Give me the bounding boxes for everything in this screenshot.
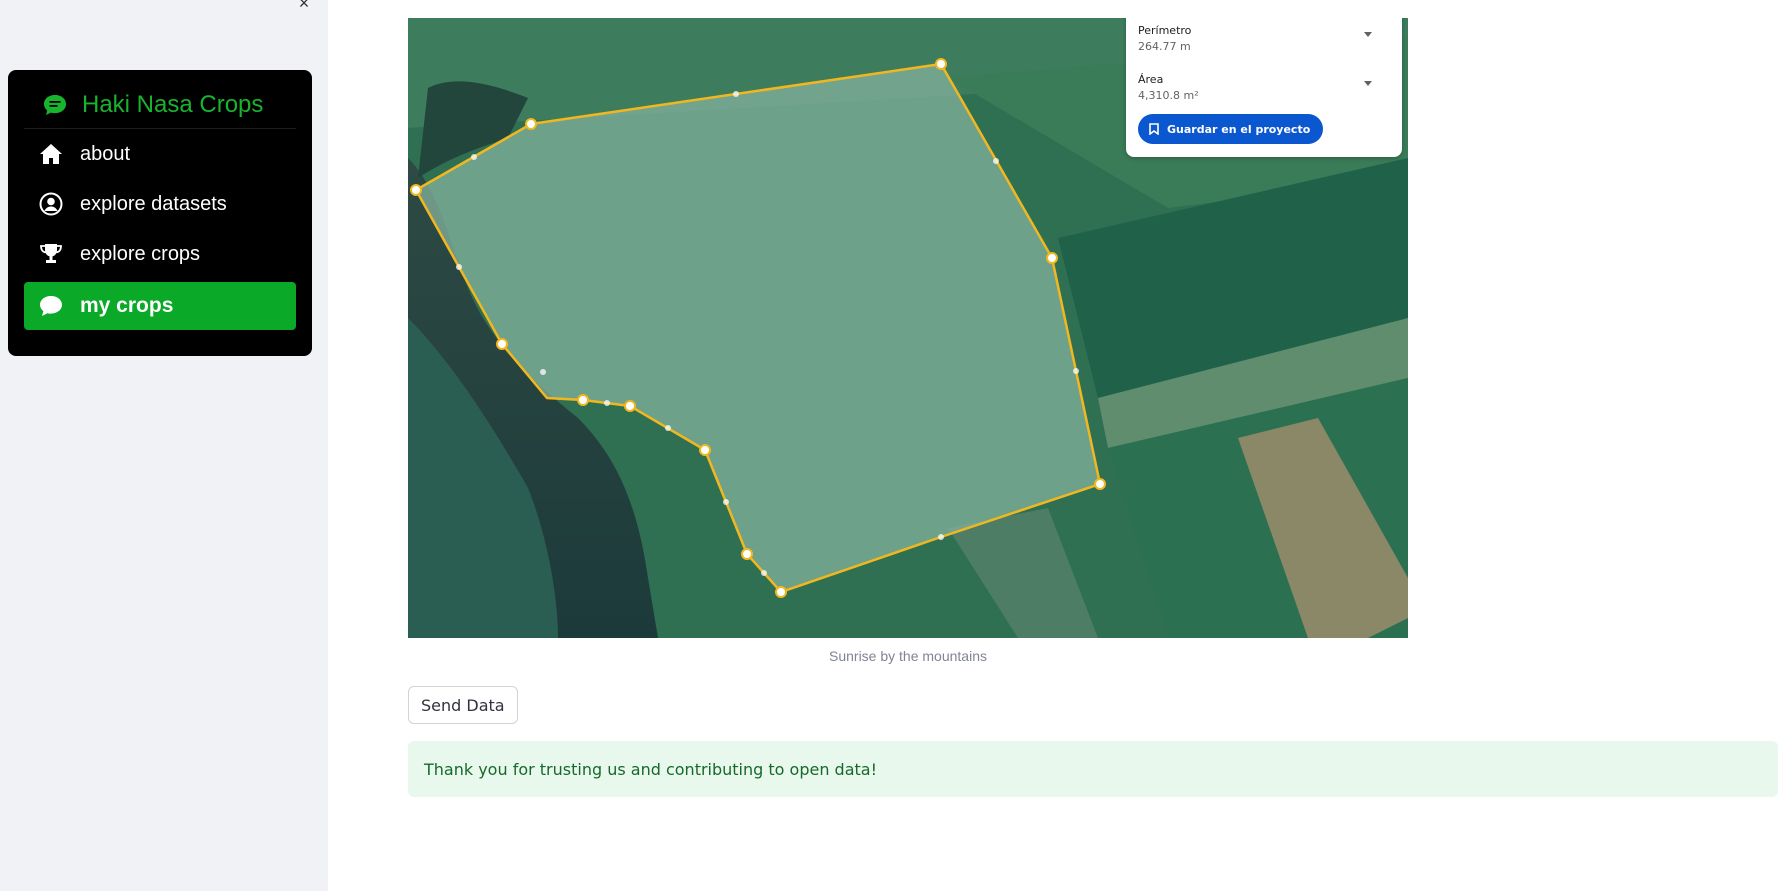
perimeter-value: 264.77 m bbox=[1138, 40, 1191, 53]
save-button-label: Guardar en el proyecto bbox=[1167, 122, 1311, 136]
save-to-project-button[interactable]: Guardar en el proyecto bbox=[1138, 114, 1324, 144]
nav-menu: Haki Nasa Crops about explore datasets e… bbox=[8, 70, 312, 356]
success-alert: Thank you for trusting us and contributi… bbox=[408, 741, 1778, 797]
satellite-map-image[interactable]: Perímetro 264.77 m Área 4,310.8 m² Guard… bbox=[408, 18, 1408, 638]
image-caption: Sunrise by the mountains bbox=[829, 648, 987, 664]
nav-item-my-crops[interactable]: my crops bbox=[24, 282, 296, 330]
nav-header: Haki Nasa Crops bbox=[24, 82, 296, 129]
chevron-down-icon[interactable] bbox=[1364, 81, 1372, 86]
success-message: Thank you for trusting us and contributi… bbox=[424, 759, 877, 779]
nav-item-label: explore crops bbox=[80, 242, 201, 265]
chevron-down-icon[interactable] bbox=[1364, 32, 1372, 37]
area-value: 4,310.8 m² bbox=[1138, 89, 1199, 102]
measurement-card: Perímetro 264.77 m Área 4,310.8 m² Guard… bbox=[1126, 18, 1402, 157]
perimeter-label: Perímetro bbox=[1138, 24, 1192, 37]
nav-item-about[interactable]: about bbox=[24, 130, 296, 178]
send-data-button[interactable]: Send Data bbox=[408, 686, 518, 724]
nav-item-explore-datasets[interactable]: explore datasets bbox=[24, 180, 296, 228]
area-metric[interactable]: Área 4,310.8 m² bbox=[1138, 73, 1388, 102]
house-icon bbox=[38, 141, 64, 167]
trophy-icon bbox=[38, 241, 64, 267]
nav-item-label: explore datasets bbox=[80, 192, 227, 215]
top-right-menu-icon[interactable] bbox=[1777, 0, 1791, 6]
nav-item-explore-crops[interactable]: explore crops bbox=[24, 230, 296, 278]
close-sidebar-icon[interactable]: × bbox=[294, 0, 314, 14]
nav-item-label: about bbox=[80, 142, 131, 165]
bookmark-icon bbox=[1149, 123, 1159, 135]
person-circle-icon bbox=[38, 191, 64, 217]
perimeter-metric[interactable]: Perímetro 264.77 m bbox=[1138, 24, 1388, 53]
chat-dots-icon bbox=[44, 95, 66, 115]
area-label: Área bbox=[1138, 73, 1164, 86]
chat-icon bbox=[38, 293, 64, 319]
app-title: Haki Nasa Crops bbox=[82, 91, 264, 118]
sidebar: × Haki Nasa Crops about explore datasets… bbox=[0, 0, 328, 891]
nav-item-label: my crops bbox=[80, 294, 174, 317]
